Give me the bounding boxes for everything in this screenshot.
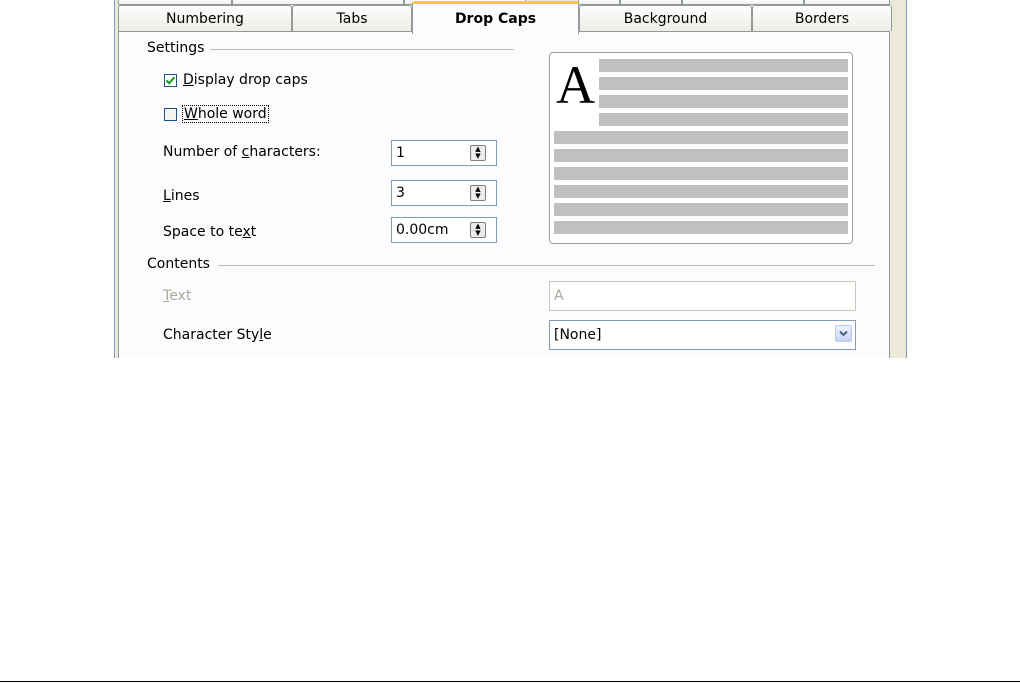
lines-spinner[interactable]: 3 ▲ ▼ (391, 180, 497, 206)
spin-arrows-icon[interactable]: ▲ ▼ (470, 222, 486, 238)
character-style-value: [None] (554, 327, 602, 343)
tab-label: Numbering (166, 10, 244, 27)
space-to-text-label: Space to text (163, 224, 257, 240)
text-label: Text (163, 288, 192, 304)
chevron-down-icon-glyph (839, 330, 848, 337)
preview-text-line (554, 185, 848, 198)
spin-arrows-icon[interactable]: ▲ ▼ (470, 145, 486, 161)
number-of-characters-label: Number of characters: (163, 144, 321, 160)
whole-word-label: Whole word (182, 105, 269, 123)
preview-text-line (554, 167, 848, 180)
display-drop-caps-label: Display drop caps (183, 72, 308, 88)
contents-divider (218, 265, 875, 266)
preview-text-line (554, 203, 848, 216)
lines-value: 3 (396, 185, 405, 201)
preview-text-line (599, 113, 848, 126)
tab-background[interactable]: Background (579, 5, 752, 31)
tab-label: Borders (794, 10, 850, 27)
number-of-characters-value: 1 (396, 145, 405, 161)
whole-word-option[interactable]: Whole word (164, 105, 269, 123)
space-to-text-spinner[interactable]: 0.00cm ▲ ▼ (391, 217, 497, 243)
whole-word-checkbox[interactable] (164, 107, 177, 121)
display-drop-caps-checkbox[interactable] (164, 73, 177, 87)
space-to-text-value: 0.00cm (396, 222, 449, 238)
tab-label: Drop Caps (454, 11, 537, 27)
preview-text-line (599, 59, 848, 72)
preview-text-line (554, 149, 848, 162)
settings-divider (210, 49, 514, 50)
preview-text-line (554, 131, 848, 144)
display-drop-caps-option[interactable]: Display drop caps (164, 72, 308, 88)
preview-text-line (599, 77, 848, 90)
character-style-select[interactable]: [None] (549, 320, 856, 350)
settings-heading: Settings (147, 40, 211, 56)
tab-bar: Numbering Tabs Drop Caps Background Bord… (118, 1, 892, 34)
checkmark-icon (165, 75, 176, 85)
text-field-value: A (554, 288, 564, 304)
text-field[interactable]: A (549, 281, 856, 311)
tab-label: Background (623, 10, 708, 27)
tab-borders[interactable]: Borders (752, 5, 892, 31)
drop-caps-preview: A (549, 52, 853, 244)
lines-label: Lines (163, 188, 200, 204)
tab-tabs[interactable]: Tabs (292, 5, 412, 31)
preview-drop-letter: A (556, 55, 595, 115)
preview-text-line (554, 221, 848, 234)
contents-heading: Contents (147, 256, 216, 272)
tab-label: Tabs (336, 10, 368, 27)
number-of-characters-spinner[interactable]: 1 ▲ ▼ (391, 140, 497, 166)
spin-arrows-icon[interactable]: ▲ ▼ (470, 185, 486, 201)
chevron-down-icon[interactable] (835, 325, 852, 342)
tab-numbering[interactable]: Numbering (118, 5, 292, 31)
page-bottom-rule (0, 681, 1020, 682)
character-style-label: Character Style (163, 327, 272, 343)
tab-drop-caps[interactable]: Drop Caps (412, 1, 579, 34)
preview-text-line (599, 95, 848, 108)
